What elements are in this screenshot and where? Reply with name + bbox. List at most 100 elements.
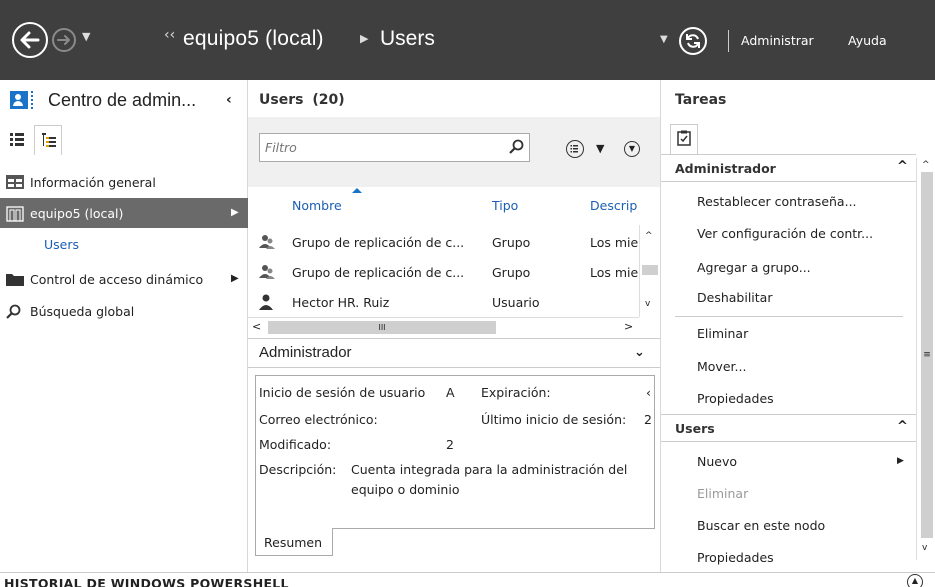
sort-ascending-icon xyxy=(352,188,362,193)
filter-box[interactable] xyxy=(259,133,530,162)
email-label: Correo electrónico: xyxy=(259,412,378,427)
scroll-thumb[interactable] xyxy=(642,265,658,275)
details-header[interactable]: Administrador ⌄ xyxy=(248,338,660,368)
refresh-button[interactable] xyxy=(679,27,707,55)
filter-area: ▼ ▼ xyxy=(248,117,660,187)
task-delete[interactable]: Eliminar xyxy=(697,326,748,341)
scroll-thumb[interactable]: III xyxy=(268,321,496,334)
history-dropdown-icon[interactable]: ▼ xyxy=(82,30,90,43)
cell-name: Grupo de replicación de c... xyxy=(292,235,465,250)
tasks-tab[interactable] xyxy=(670,124,698,154)
chevron-up-icon[interactable]: ^ xyxy=(897,419,908,434)
task-add-to-group[interactable]: Agregar a grupo... xyxy=(697,260,811,275)
section-users[interactable]: Users ^ xyxy=(661,414,916,442)
section-title: Users xyxy=(675,421,715,436)
column-header-type[interactable]: Tipo xyxy=(492,198,518,213)
task-properties[interactable]: Propiedades xyxy=(697,391,774,406)
chevron-up-icon[interactable]: ^ xyxy=(897,159,908,174)
content-pane: Users (20) ▼ ▼ Nombre Tipo Descrip xyxy=(248,80,660,572)
view-options-button[interactable] xyxy=(566,140,584,158)
cell-description: Los mie xyxy=(590,265,639,280)
task-move[interactable]: Mover... xyxy=(697,359,746,374)
task-view-password-settings[interactable]: Ver configuración de contr... xyxy=(697,226,873,241)
navigation-pane: Centro de admin... ‹ Información general xyxy=(0,80,248,572)
breadcrumb-expand-icon[interactable]: ‹‹ xyxy=(164,27,175,43)
task-new[interactable]: Nuevo xyxy=(697,454,737,469)
task-reset-password[interactable]: Restablecer contraseña... xyxy=(697,194,857,209)
modified-value: 2 xyxy=(446,437,454,452)
description-label: Descripción: xyxy=(259,462,337,477)
filter-input[interactable] xyxy=(265,140,495,155)
expand-arrow-icon[interactable]: ▶ xyxy=(231,207,239,218)
breadcrumb-leaf[interactable]: Users xyxy=(380,27,435,51)
menu-administrar[interactable]: Administrar xyxy=(741,33,814,48)
user-icon xyxy=(259,294,273,310)
powershell-history-title: HISTORIAL DE WINDOWS POWERSHELL xyxy=(4,576,289,587)
nav-item-dynamic-access-control[interactable]: Control de acceso dinámico ▶ xyxy=(0,264,248,294)
scroll-up-icon[interactable]: ^ xyxy=(645,231,653,241)
expiry-value: ‹ xyxy=(646,385,651,400)
back-button[interactable] xyxy=(12,22,48,58)
tasks-vertical-scrollbar[interactable]: ^ ≡ v xyxy=(916,158,935,560)
overview-icon xyxy=(6,175,24,189)
view-options-dropdown-icon[interactable]: ▼ xyxy=(596,142,604,155)
expand-up-icon[interactable]: ▲ xyxy=(907,574,923,587)
collapse-pane-button[interactable]: ‹ xyxy=(226,92,232,108)
domain-icon xyxy=(6,206,24,222)
chevron-down-icon[interactable]: ⌄ xyxy=(634,345,645,360)
nav-item-label: equipo5 (local) xyxy=(30,206,124,221)
expiry-label: Expiración: xyxy=(481,385,551,400)
search-icon[interactable] xyxy=(509,139,525,155)
task-search-node[interactable]: Buscar en este nodo xyxy=(697,518,825,533)
menu-divider xyxy=(728,30,729,52)
section-administrador[interactable]: Administrador ^ xyxy=(661,154,916,182)
scroll-up-icon[interactable]: ^ xyxy=(922,160,930,170)
view-toggle xyxy=(0,124,248,155)
list-title: Users (20) xyxy=(259,92,345,108)
expand-filter-button[interactable]: ▼ xyxy=(624,141,640,157)
scroll-thumb[interactable]: ≡ xyxy=(921,172,933,538)
group-icon xyxy=(259,265,275,279)
scroll-left-icon[interactable]: < xyxy=(252,320,261,333)
refresh-dropdown-icon[interactable]: ▼ xyxy=(660,34,668,45)
last-logon-label: Último inicio de sesión: xyxy=(481,412,627,427)
column-header-description[interactable]: Descrip xyxy=(590,198,637,213)
tree-view-tab[interactable] xyxy=(34,125,62,155)
task-disable[interactable]: Deshabilitar xyxy=(697,290,772,305)
logon-label: Inicio de sesión de usuario xyxy=(259,385,426,400)
nav-item-equipo5[interactable]: equipo5 (local) ▶ xyxy=(0,198,248,228)
nav-item-global-search[interactable]: Búsqueda global xyxy=(0,296,248,326)
forward-button[interactable] xyxy=(52,28,76,52)
title-bar: ▼ ‹‹ equipo5 (local) ▶ Users ▼ Administr… xyxy=(0,0,935,80)
description-line-2: equipo o dominio xyxy=(351,482,460,497)
tasks-pane: Tareas Administrador ^ Restablecer contr… xyxy=(660,80,935,572)
nav-item-label: Control de acceso dinámico xyxy=(30,272,204,287)
list-title-text: Users xyxy=(259,92,304,108)
table-row[interactable]: Grupo de replicación de c... Grupo Los m… xyxy=(248,227,642,257)
expand-arrow-icon[interactable]: ▶ xyxy=(231,273,239,284)
scroll-down-icon[interactable]: v xyxy=(645,299,650,309)
table-row[interactable]: Hector HR. Ruiz Usuario xyxy=(248,287,642,317)
scroll-down-icon[interactable]: v xyxy=(922,543,927,553)
description-line-1: Cuenta integrada para la administración … xyxy=(351,462,628,477)
table-row[interactable]: Grupo de replicación de c... Grupo Los m… xyxy=(248,257,642,287)
arrow-right-icon xyxy=(57,35,70,45)
breadcrumb-root[interactable]: equipo5 (local) xyxy=(183,27,324,51)
nav-item-users[interactable]: Users xyxy=(0,231,248,257)
grid-horizontal-scrollbar[interactable]: < III > xyxy=(248,317,639,336)
modified-label: Modificado: xyxy=(259,437,332,452)
details-panel: Inicio de sesión de usuario A Expiración… xyxy=(255,375,655,529)
grid-vertical-scrollbar[interactable]: ^ v xyxy=(639,225,660,317)
nav-item-overview[interactable]: Información general xyxy=(0,167,248,197)
task-properties-users[interactable]: Propiedades xyxy=(697,550,774,565)
task-delete-disabled: Eliminar xyxy=(697,486,749,501)
tab-summary[interactable]: Resumen xyxy=(255,528,333,556)
powershell-history-bar[interactable]: HISTORIAL DE WINDOWS POWERSHELL ▲ xyxy=(0,572,935,587)
cell-name: Hector HR. Ruiz xyxy=(292,295,390,310)
section-title: Administrador xyxy=(675,161,776,176)
scroll-right-icon[interactable]: > xyxy=(624,320,633,333)
nav-item-label: Información general xyxy=(30,175,156,190)
column-header-name[interactable]: Nombre xyxy=(292,198,342,213)
list-view-icon[interactable] xyxy=(10,132,24,146)
menu-ayuda[interactable]: Ayuda xyxy=(848,33,887,48)
